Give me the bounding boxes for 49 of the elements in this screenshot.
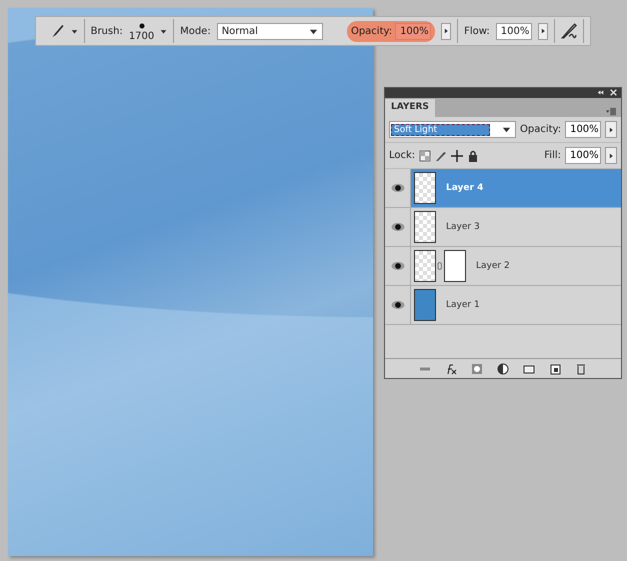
caret-icon[interactable] [70,28,78,34]
caret-icon[interactable] [309,26,318,36]
lock-icon[interactable] [467,150,480,162]
arrow-right-icon[interactable] [540,28,546,34]
brush-label: Brush: [90,26,123,36]
brush-icon[interactable] [50,23,65,39]
brush-icon[interactable] [435,150,448,162]
arrow-right-icon[interactable] [443,28,450,34]
brush-size[interactable]: 1700 [128,30,154,42]
layer-name: Layer 3 [446,222,480,232]
eye-icon[interactable] [390,181,404,195]
fx-icon[interactable] [445,362,457,374]
opacity-field[interactable]: 100% [565,121,602,138]
fill-field[interactable]: 100% [565,147,601,164]
mask-icon[interactable] [471,362,483,374]
eye-icon[interactable] [390,298,404,312]
caret-icon[interactable] [502,125,511,134]
layer-name: Layer 1 [446,300,480,310]
checker-icon[interactable] [419,150,432,162]
layer-row[interactable]: Layer 1 [385,286,621,325]
new-layer-icon[interactable] [549,362,561,374]
mode-label: Mode: [180,26,211,36]
collapse-icon[interactable] [597,89,604,96]
layer-row[interactable]: Layer 2 [385,247,621,286]
opacity-label: Opacity: [520,124,562,135]
arrow-right-icon[interactable] [608,126,614,132]
flow-field[interactable]: 100% [496,22,532,40]
layers-tab[interactable]: LAYERS [385,99,435,117]
half-circle-icon[interactable] [497,362,509,374]
brush-dot-icon[interactable] [136,20,147,30]
lock-label: Lock: [389,150,416,161]
blend-mode-dropdown[interactable]: Soft Light [389,121,516,138]
trash-icon[interactable] [575,362,587,374]
arrow-right-icon[interactable] [608,152,614,158]
layer-row[interactable]: Layer 3 [385,208,621,247]
opacity-label: Opacity: [350,26,392,36]
close-icon[interactable] [610,89,617,96]
opacity-field[interactable]: 100% [395,22,432,40]
layer-name: Layer 4 [446,183,484,193]
airbrush-icon[interactable] [560,22,578,40]
mode-dropdown[interactable]: Normal [216,22,324,40]
flow-label: Flow: [464,26,490,36]
eye-icon[interactable] [390,259,404,273]
move-icon[interactable] [451,150,464,162]
panel-menu-icon[interactable] [605,107,617,117]
eye-icon[interactable] [390,220,404,234]
layer-name: Layer 2 [476,261,510,271]
caret-icon[interactable] [160,28,168,34]
fill-label: Fill: [544,150,561,161]
